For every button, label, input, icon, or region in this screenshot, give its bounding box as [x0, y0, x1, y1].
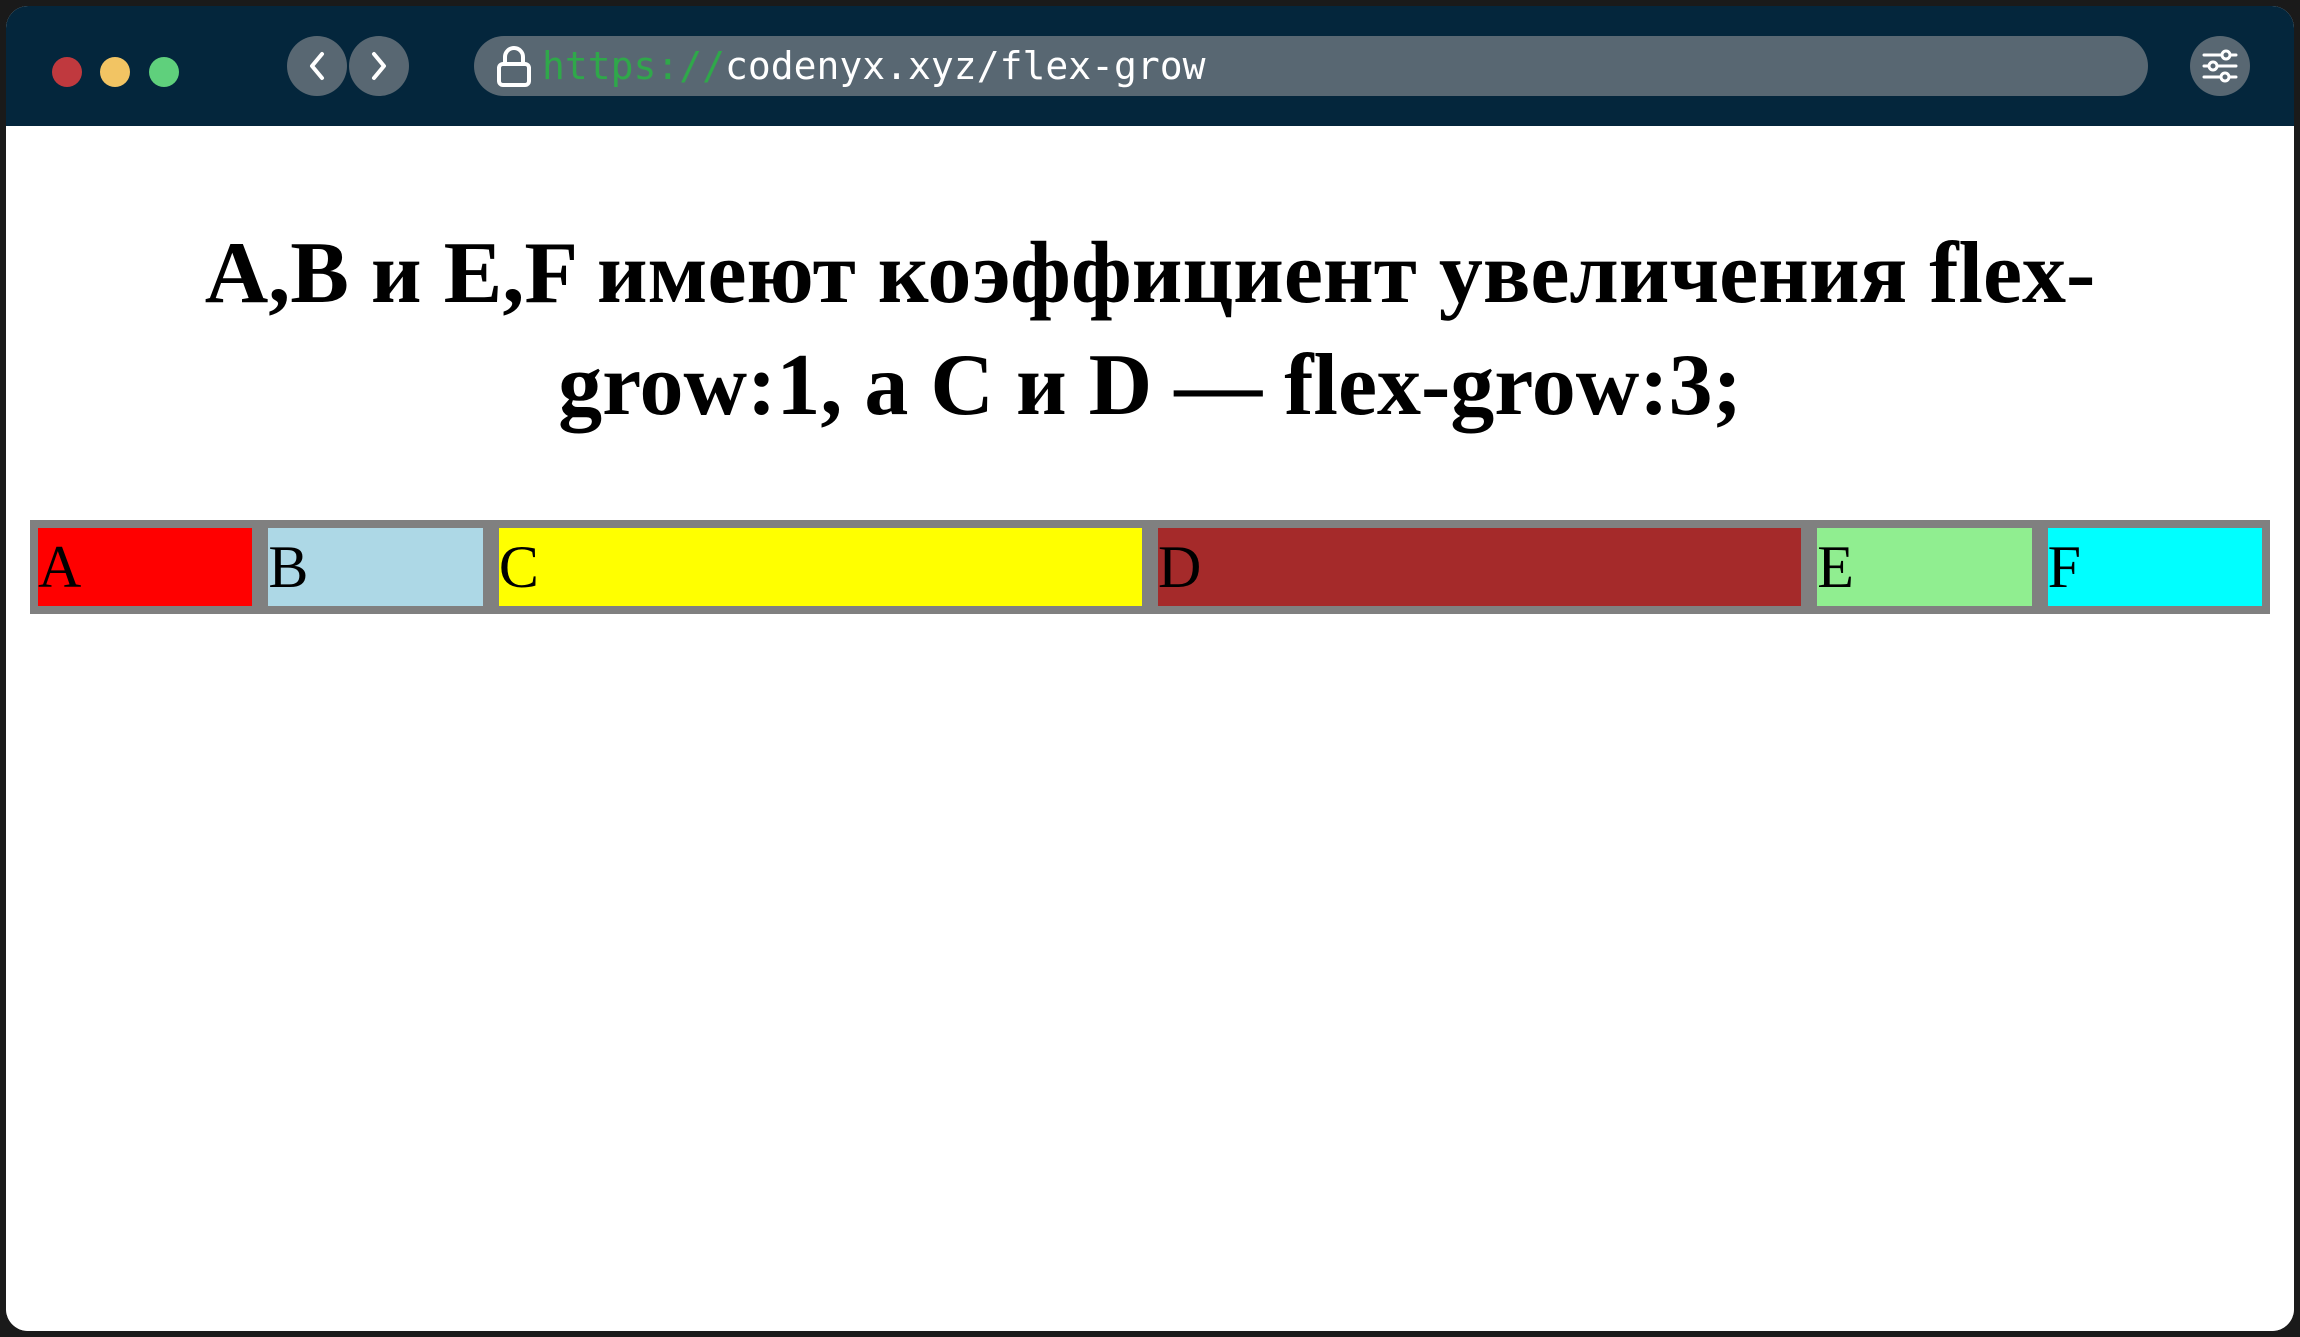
- url-path: codenyx.xyz/flex-grow: [725, 44, 1206, 88]
- page-content: A,B и E,F имеют коэффициент увеличения f…: [6, 126, 2294, 1331]
- flex-item-d: D: [1158, 528, 1802, 606]
- flex-item-b: B: [268, 528, 483, 606]
- flex-item-f: F: [2047, 528, 2263, 606]
- flex-item-c: C: [498, 528, 1143, 606]
- close-window-button[interactable]: [52, 57, 82, 87]
- settings-button[interactable]: [2190, 36, 2250, 96]
- sliders-icon: [2202, 49, 2238, 83]
- minimize-window-button[interactable]: [100, 57, 130, 87]
- lock-icon: [492, 44, 536, 88]
- flex-container: A B C D E F: [30, 520, 2270, 614]
- address-bar[interactable]: https://codenyx.xyz/flex-grow: [474, 36, 2148, 96]
- flex-item-e: E: [1817, 528, 2032, 606]
- forward-button[interactable]: [349, 36, 409, 96]
- back-button[interactable]: [287, 36, 347, 96]
- maximize-window-button[interactable]: [149, 57, 179, 87]
- flex-item-a: A: [38, 528, 253, 606]
- browser-window: https://codenyx.xyz/flex-grow A,B и E,F …: [6, 6, 2294, 1331]
- url-scheme: https://: [542, 44, 726, 88]
- browser-titlebar: https://codenyx.xyz/flex-grow: [6, 6, 2294, 126]
- chevron-right-icon: [372, 52, 386, 80]
- chevron-left-icon: [310, 52, 324, 80]
- page-heading: A,B и E,F имеют коэффициент увеличения f…: [204, 225, 2096, 434]
